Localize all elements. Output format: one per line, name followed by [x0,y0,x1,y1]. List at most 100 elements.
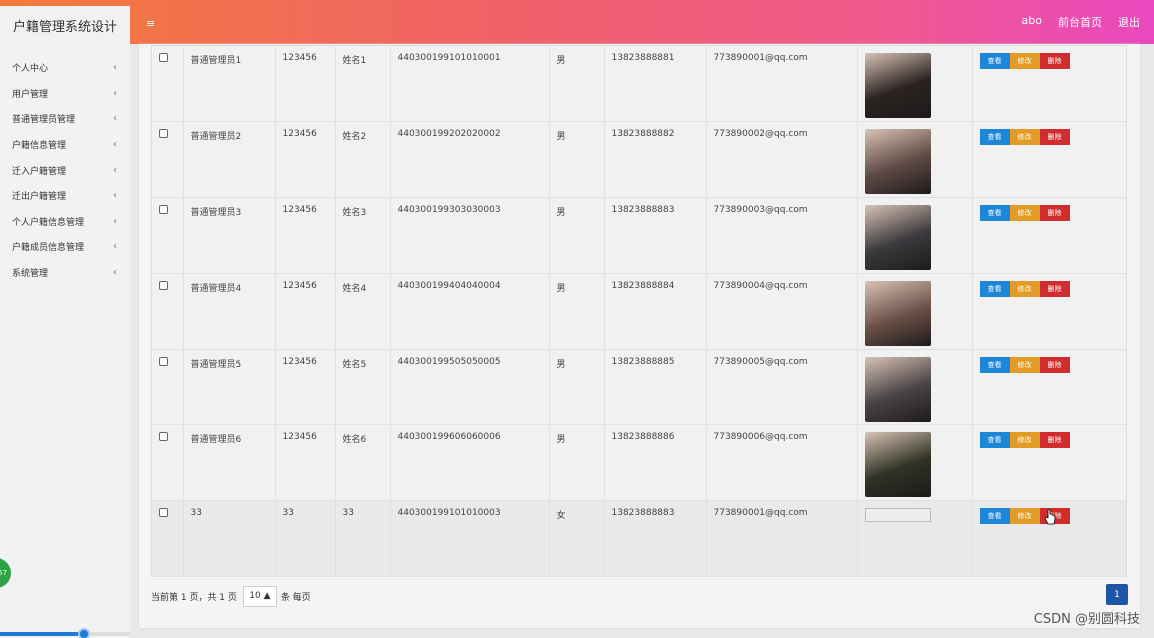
sidebar-item-label: 户籍成员信息管理 [12,243,85,254]
cell-password: 33 [275,500,336,578]
row-checkbox-cell [152,349,184,426]
cell-photo [857,349,973,426]
cell-actions: 查看 修改 删除 [972,273,1126,350]
sidebar-item-admins[interactable]: 普通管理员管理 ‹ [0,106,130,132]
portrait-photo [864,432,931,498]
watermark: CSDN @别圆科技 [1033,612,1140,627]
cell-gender: 男 [549,121,605,199]
frontend-home-link[interactable]: 前台首页 [1058,14,1102,30]
edit-button[interactable]: 修改 [1009,356,1040,373]
table-row: 普通管理员3 123456 姓名3 440300199303030003 男 138238… [152,197,1126,274]
cell-name: 姓名4 [335,273,391,350]
cell-name: 姓名3 [335,197,391,274]
sidebar-item-label: 系统管理 [12,269,49,280]
row-checkbox[interactable] [159,508,168,518]
cell-email: 773890006@qq.com [706,424,858,502]
cell-account: 普通管理员1 [183,46,276,123]
page-size-select[interactable]: 10 ▲ [242,585,277,607]
delete-button[interactable]: 删除 [1039,432,1070,449]
cell-email: 773890001@qq.com [706,46,858,123]
sidebar-item-users[interactable]: 用户管理 ‹ [0,81,130,107]
cell-account: 普通管理员3 [183,197,276,274]
chevron-left-icon: ‹ [113,190,117,202]
scroll-progress-knob[interactable] [78,628,90,638]
delete-button[interactable]: 删除 [1039,205,1070,222]
sidebar-item-system[interactable]: 系统管理 ‹ [0,260,130,286]
chevron-left-icon: ‹ [113,139,117,151]
cell-id_no: 440300199101010001 [390,46,550,123]
delete-button[interactable]: 删除 [1039,280,1070,297]
cell-id_no: 440300199303030003 [390,197,550,274]
row-checkbox[interactable] [159,129,168,139]
view-button[interactable]: 查看 [979,205,1010,222]
pagination-info: 当前第 1 页，共 1 页 10 ▲ 条 每页 [151,585,311,607]
sidebar-item-label: 迁入户籍管理 [12,166,67,177]
sidebar-item-members[interactable]: 户籍成员信息管理 ‹ [0,234,130,260]
view-button[interactable]: 查看 [979,280,1010,297]
cell-name: 姓名2 [335,121,391,199]
view-button[interactable]: 查看 [979,53,1010,69]
portrait-photo [864,280,931,346]
cell-phone: 13823888884 [604,273,707,350]
table-row: 普通管理员2 123456 姓名2 440300199202020002 男 138238… [152,121,1126,199]
caret-up-icon: ▲ [263,591,271,601]
edit-button[interactable]: 修改 [1009,432,1040,449]
view-button[interactable]: 查看 [979,356,1010,373]
cell-account: 普通管理员5 [183,349,276,426]
chevron-left-icon: ‹ [113,87,117,99]
cell-photo [857,424,973,502]
delete-button[interactable]: 删除 [1039,356,1070,373]
view-button[interactable]: 查看 [979,129,1010,146]
row-checkbox-cell [152,197,184,274]
cell-phone: 13823888882 [604,121,707,199]
sidebar: 个人中心 ‹ 用户管理 ‹ 普通管理员管理 ‹ 户籍信息管理 ‹ 迁入户籍管理 ‹ 迁出户… [0,44,130,638]
view-button[interactable]: 查看 [979,432,1010,449]
edit-button[interactable]: 修改 [1009,53,1040,69]
delete-button[interactable]: 删除 [1039,129,1070,146]
cell-gender: 男 [549,349,605,426]
cell-account: 普通管理员4 [183,273,276,350]
cell-id_no: 440300199202020002 [390,121,550,199]
user-name-link[interactable]: abo [1022,14,1042,30]
cell-phone: 13823888885 [604,349,707,426]
logout-link[interactable]: 退出 [1118,14,1140,30]
sidebar-item-move-in[interactable]: 迁入户籍管理 ‹ [0,157,130,183]
edit-button[interactable]: 修改 [1009,508,1040,525]
edit-button[interactable]: 修改 [1009,280,1040,297]
table-row: 33 33 33 440300199101010003 女 13823888883 7738… [152,500,1126,578]
sidebar-item-personal-household[interactable]: 个人户籍信息管理 ‹ [0,209,130,235]
sidebar-item-move-out[interactable]: 迁出户籍管理 ‹ [0,183,130,209]
top-header: ≡ abo 前台首页 退出 [0,0,1154,44]
main-panel: 普通管理员1 123456 姓名1 440300199101010001 男 138238… [139,44,1140,628]
cell-actions: 查看 修改 删除 [972,349,1126,426]
view-button[interactable]: 查看 [979,508,1010,525]
cell-id_no: 440300199505050005 [390,349,550,426]
row-checkbox[interactable] [159,280,168,290]
hamburger-icon[interactable]: ≡ [146,17,155,30]
cell-id_no: 440300199404040004 [390,273,550,350]
row-checkbox[interactable] [159,53,168,62]
cell-password: 123456 [275,46,336,123]
cell-name: 33 [335,500,391,578]
edit-button[interactable]: 修改 [1009,129,1040,146]
cell-photo [857,121,973,199]
sidebar-item-household-info[interactable]: 户籍信息管理 ‹ [0,132,130,158]
scroll-progress-bar[interactable] [0,628,130,638]
edit-button[interactable]: 修改 [1009,205,1040,222]
cell-phone: 13823888881 [604,46,707,123]
app-title: 户籍管理系统设计 [0,6,130,44]
chevron-left-icon: ‹ [113,215,117,227]
cell-gender: 男 [549,424,605,502]
sidebar-item-label: 户籍信息管理 [12,141,67,152]
cell-password: 123456 [275,424,336,502]
delete-button[interactable]: 删除 [1039,53,1070,69]
sidebar-item-personal-center[interactable]: 个人中心 ‹ [0,55,130,81]
portrait-photo [864,356,931,422]
row-checkbox[interactable] [159,432,168,442]
row-checkbox[interactable] [159,356,168,366]
row-checkbox[interactable] [159,205,168,215]
cell-email: 773890005@qq.com [706,349,858,426]
page-button-1[interactable]: 1 [1106,584,1128,605]
portrait-photo [864,129,931,195]
table-row: 普通管理员1 123456 姓名1 440300199101010001 男 138238… [152,46,1126,123]
